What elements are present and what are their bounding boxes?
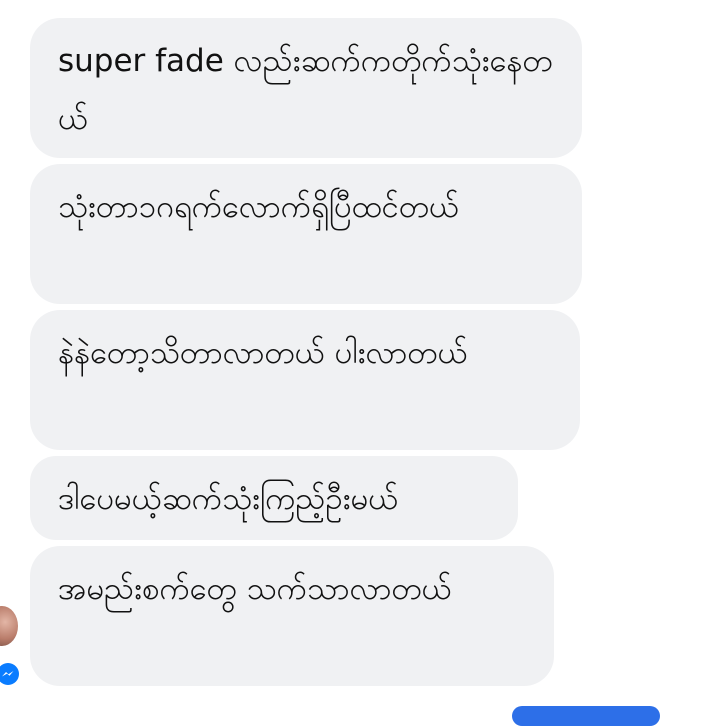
message-text: super fade လည်းဆက်ကတိုက်သုံးနေတယ် [58,43,553,137]
chat-thread: super fade လည်းဆက်ကတိုက်သုံးနေတယ် သုံးတာ… [0,0,720,726]
message-bubble[interactable]: super fade လည်းဆက်ကတိုက်သုံးနေတယ် [30,18,582,158]
message-text: နဲနဲတော့သိတာလာတယ် ပါးလာတယ် [58,335,468,371]
message-bubble[interactable]: နဲနဲတော့သိတာလာတယ် ပါးလာတယ် [30,310,580,450]
message-bubble[interactable]: အမည်းစက်တွေ သက်သာလာတယ် [30,546,554,686]
messenger-logo-icon [0,663,19,685]
message-text: ဒါပေမယ့်ဆက်သုံးကြည့်ဦးမယ် [58,481,399,517]
message-bubble[interactable]: သုံးတာ၁ဂရက်လောက်ရှိပြီထင်တယ် [30,164,582,304]
message-text: အမည်းစက်တွေ သက်သာလာတယ် [58,571,452,607]
messenger-icon [0,660,22,688]
message-text: သုံးတာ၁ဂရက်လောက်ရှိပြီထင်တယ် [58,189,460,225]
scroll-button[interactable] [512,706,660,726]
message-bubble[interactable]: ဒါပေမယ့်ဆက်သုံးကြည့်ဦးမယ် [30,456,518,540]
sender-avatar[interactable] [0,606,18,646]
